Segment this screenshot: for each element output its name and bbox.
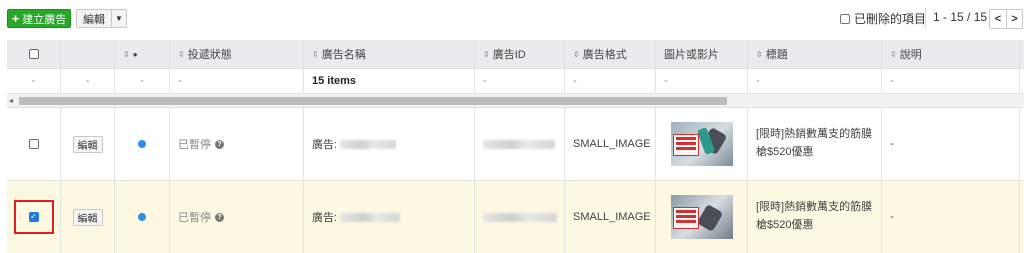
header-delivery[interactable]: ⇕ 投遞狀態: [170, 40, 304, 68]
chevron-right-icon[interactable]: >: [1006, 10, 1022, 28]
select-all-cell: [7, 40, 61, 68]
delivery-status: 已暫停: [178, 212, 211, 224]
create-ad-button[interactable]: + 建立廣告: [7, 9, 71, 28]
sort-icon: ⇕: [312, 49, 319, 59]
summary-cell: -: [115, 69, 170, 93]
horizontal-scrollbar[interactable]: ◂: [7, 94, 1024, 108]
redacted-text: [483, 212, 557, 222]
plus-icon: +: [11, 11, 20, 26]
summary-cell: -: [170, 69, 304, 93]
row-select-cell: ✓: [7, 181, 61, 253]
help-icon[interactable]: ?: [215, 212, 224, 222]
status-dot-icon: [138, 213, 146, 221]
ad-name-prefix: 廣告:: [312, 212, 338, 224]
help-icon[interactable]: ?: [215, 139, 224, 149]
delivery-status: 已暫停: [178, 139, 211, 151]
row-edit-cell: 編輯: [61, 108, 115, 180]
header-status-dot-label: ●: [132, 49, 138, 59]
row-description-cell: -: [882, 181, 1020, 253]
pagination-range: 1 - 15 / 15: [933, 10, 988, 24]
table-row[interactable]: 編輯 已暫停 ? 廣告: SMALL_IMAGE [限時]熱銷數萬支的筋膜槍$5…: [7, 108, 1024, 181]
row-ad-id-cell: [475, 108, 565, 180]
row-delivery-cell: 已暫停 ?: [170, 108, 304, 180]
row-media-cell[interactable]: [656, 108, 748, 180]
header-title[interactable]: ⇕ 標題: [748, 40, 882, 68]
show-deleted-label: 已刪除的項目: [854, 12, 927, 26]
row-name-cell[interactable]: 廣告:: [304, 181, 475, 253]
row-delivery-cell: 已暫停 ?: [170, 181, 304, 253]
row-format-cell: SMALL_IMAGE: [565, 181, 656, 253]
show-deleted-toggle[interactable]: 已刪除的項目: [840, 10, 926, 27]
row-title-cell: [限時]熱銷數萬支的筋膜槍$520優惠: [748, 181, 882, 253]
edit-dropdown-label[interactable]: 編輯: [77, 10, 112, 27]
summary-cell: -: [882, 69, 1020, 93]
header-format-label: 廣告格式: [582, 49, 627, 61]
scrollbar-thumb[interactable]: [19, 97, 727, 105]
row-media-cell[interactable]: [656, 181, 748, 253]
summary-cell: -: [7, 69, 61, 93]
toolbar: + 建立廣告 編輯 ▼ 已刪除的項目 1 - 15 / 15 < >: [0, 0, 1024, 38]
row-checkbox-checked[interactable]: ✓: [28, 212, 39, 222]
row-name-cell[interactable]: 廣告:: [304, 108, 475, 180]
row-checkbox[interactable]: [28, 139, 39, 149]
table-row-selected[interactable]: ✓ 編輯 已暫停 ? 廣告: SMALL_IMAGE [限時]熱銷數萬支的筋膜槍…: [7, 181, 1024, 253]
sort-icon: ⇕: [756, 49, 763, 59]
select-all-checkbox[interactable]: [28, 49, 39, 59]
sort-icon: ⇕: [178, 49, 185, 59]
row-edit-cell: 編輯: [61, 181, 115, 253]
show-deleted-checkbox[interactable]: [840, 13, 850, 24]
summary-cell: -: [565, 69, 656, 93]
sort-icon: ⇕: [123, 49, 130, 59]
divider: [925, 8, 926, 28]
header-format[interactable]: ⇕ 廣告格式: [565, 40, 656, 68]
redacted-text: [483, 139, 555, 149]
sort-icon: ⇕: [573, 49, 580, 59]
summary-cell: -: [748, 69, 882, 93]
table-header: ⇕ ● ⇕ 投遞狀態 ⇕ 廣告名稱 ⇕ 廣告ID ⇕ 廣告格式 圖片或影片 ⇕ 標題 ⇕ 說明: [7, 40, 1024, 69]
scroll-left-icon[interactable]: ◂: [9, 96, 13, 105]
header-name-label: 廣告名稱: [321, 49, 366, 61]
highlight-box: ✓: [13, 200, 54, 234]
row-description-cell: -: [882, 108, 1020, 180]
redacted-text: [340, 212, 401, 222]
redacted-text: [340, 139, 397, 149]
summary-cell: -: [475, 69, 565, 93]
header-edit: [61, 40, 115, 68]
header-title-label: 標題: [765, 49, 788, 61]
ad-thumbnail[interactable]: [670, 195, 733, 239]
summary-row: - - - - 15 items - - - - -: [7, 69, 1024, 94]
pagination-buttons: < >: [989, 9, 1023, 29]
header-ad-id[interactable]: ⇕ 廣告ID: [475, 40, 565, 68]
chevron-left-icon[interactable]: <: [990, 10, 1006, 28]
header-status-dot[interactable]: ⇕ ●: [115, 40, 170, 68]
edit-dropdown[interactable]: 編輯 ▼: [76, 9, 127, 28]
summary-cell: -: [61, 69, 115, 93]
summary-item-count: 15 items: [304, 69, 475, 93]
chevron-down-icon[interactable]: ▼: [112, 10, 126, 27]
row-title-cell: [限時]熱銷數萬支的筋膜槍$520優惠: [748, 108, 882, 180]
ad-thumbnail[interactable]: [670, 122, 733, 166]
row-status-dot-cell: [115, 181, 170, 253]
edit-button[interactable]: 編輯: [72, 208, 103, 226]
sort-icon: ⇕: [483, 49, 490, 59]
header-media[interactable]: 圖片或影片: [656, 40, 748, 68]
edit-button[interactable]: 編輯: [72, 135, 103, 153]
sort-icon: ⇕: [890, 49, 897, 59]
create-ad-label: 建立廣告: [22, 13, 67, 26]
header-ad-id-label: 廣告ID: [492, 49, 526, 61]
header-description[interactable]: ⇕ 說明: [882, 40, 1020, 68]
header-name[interactable]: ⇕ 廣告名稱: [304, 40, 475, 68]
row-select-cell: [7, 108, 61, 180]
status-dot-icon: [138, 140, 146, 148]
header-media-label: 圖片或影片: [664, 49, 719, 61]
ads-table: ⇕ ● ⇕ 投遞狀態 ⇕ 廣告名稱 ⇕ 廣告ID ⇕ 廣告格式 圖片或影片 ⇕ 標題 ⇕ 說明…: [7, 40, 1024, 253]
row-ad-id-cell: [475, 181, 565, 253]
row-format-cell: SMALL_IMAGE: [565, 108, 656, 180]
summary-cell: -: [656, 69, 748, 93]
header-description-label: 說明: [899, 49, 922, 61]
row-status-dot-cell: [115, 108, 170, 180]
header-delivery-label: 投遞狀態: [187, 49, 232, 61]
ad-name-prefix: 廣告:: [312, 139, 338, 151]
